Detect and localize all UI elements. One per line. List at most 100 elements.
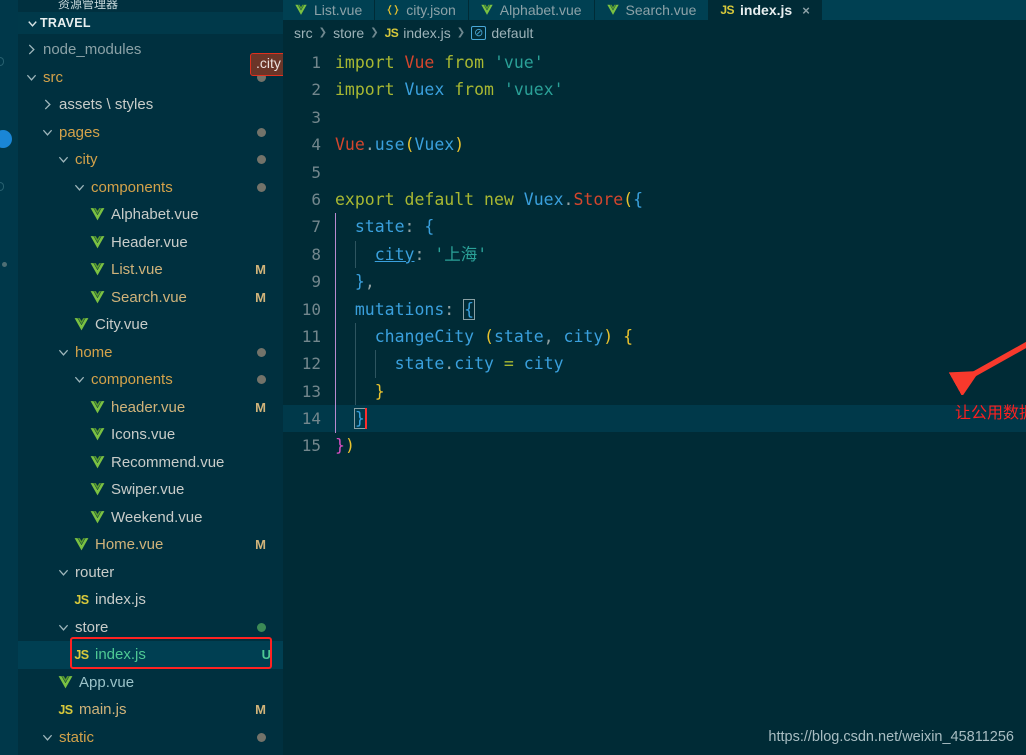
code-line[interactable]: 6 export default new Vuex.Store({ xyxy=(283,186,1026,213)
tree-item-city[interactable]: city xyxy=(18,146,283,174)
symbol-icon: ⊘ xyxy=(471,25,487,40)
tree-item-label: src xyxy=(43,68,63,86)
tree-item-store[interactable]: store xyxy=(18,614,283,642)
line-content: state: { xyxy=(354,217,435,237)
tree-item-label: city xyxy=(75,151,98,169)
breadcrumb-item[interactable]: default xyxy=(491,25,533,41)
editor-tab-city-json[interactable]: city.json xyxy=(375,0,469,20)
line-number: 10 xyxy=(301,299,321,319)
activity-badge-icon[interactable] xyxy=(0,130,12,148)
editor-tabbar[interactable]: List.vue city.json Alphabet.vue Search.vue J… xyxy=(283,0,1026,20)
breadcrumb-item[interactable]: src xyxy=(294,25,313,41)
line-number: 6 xyxy=(311,189,321,209)
tree-item-list-vue[interactable]: List.vue M xyxy=(18,256,283,284)
tree-item-swiper-vue[interactable]: Swiper.vue xyxy=(18,476,283,504)
code-line[interactable]: 3 xyxy=(283,104,1026,131)
status-dot-icon xyxy=(257,622,266,632)
code-line[interactable]: 12 state.city = city xyxy=(283,350,1026,377)
breadcrumb-item[interactable]: index.js xyxy=(403,25,450,41)
vue-file-icon xyxy=(56,674,75,691)
editor-pane: List.vue city.json Alphabet.vue Search.vue J… xyxy=(283,0,1026,755)
code-line[interactable]: 4 Vue.use(Vuex) xyxy=(283,131,1026,158)
watermark-url: https://blog.csdn.net/weixin_45811256 xyxy=(768,729,1014,745)
line-number: 14 xyxy=(301,409,321,429)
tree-item-label: Home.vue xyxy=(95,536,164,554)
code-line[interactable]: 7 state: { xyxy=(283,213,1026,240)
tree-item-city-vue[interactable]: City.vue xyxy=(18,311,283,339)
vue-file-icon xyxy=(88,399,107,416)
tree-item-label: components xyxy=(91,178,173,196)
tree-item-index-js[interactable]: JS index.js xyxy=(18,586,283,614)
activity-marker-top xyxy=(0,57,4,66)
chevron-right-icon xyxy=(40,97,55,112)
tree-item-weekend-vue[interactable]: Weekend.vue xyxy=(18,504,283,532)
tree-item-alphabet-vue[interactable]: Alphabet.vue xyxy=(18,201,283,229)
tab-label: List.vue xyxy=(314,2,363,18)
tree-item-header-vue[interactable]: header.vue M xyxy=(18,394,283,422)
tree-item-assets-styles[interactable]: assets \ styles xyxy=(18,91,283,119)
tree-item-label: Weekend.vue xyxy=(111,508,203,526)
code-line[interactable]: 15}) xyxy=(283,432,1026,459)
line-content: }) xyxy=(335,436,355,456)
close-icon[interactable]: × xyxy=(802,3,810,18)
editor-tab-index-js[interactable]: JS index.js × xyxy=(709,0,822,20)
code-line[interactable]: 14 } xyxy=(283,405,1026,433)
tree-item-home-vue[interactable]: Home.vue M xyxy=(18,531,283,559)
tree-item-components[interactable]: components xyxy=(18,174,283,202)
tree-item-app-vue[interactable]: App.vue xyxy=(18,669,283,697)
code-line[interactable]: 9 }, xyxy=(283,268,1026,295)
editor-tab-search-vue[interactable]: Search.vue xyxy=(594,0,710,20)
code-line[interactable]: 11 changeCity (state, city) { xyxy=(283,323,1026,350)
tree-item-static[interactable]: static xyxy=(18,724,283,752)
explorer-section-header[interactable]: TRAVEL xyxy=(18,12,283,34)
tab-label: Search.vue xyxy=(625,2,697,18)
tab-label: city.json xyxy=(406,2,456,18)
activity-bar[interactable] xyxy=(0,0,18,755)
status-dot-icon xyxy=(257,732,266,742)
tree-item-main-js[interactable]: JS main.js M xyxy=(18,696,283,724)
tree-item-recommend-vue[interactable]: Recommend.vue xyxy=(18,449,283,477)
chevron-down-icon xyxy=(56,345,71,360)
tree-item-index-js[interactable]: JS index.js U xyxy=(18,641,283,669)
indent-guide xyxy=(335,213,337,433)
code-line[interactable]: 5 xyxy=(283,159,1026,186)
tree-item-node-modules[interactable]: node_modules xyxy=(18,36,283,64)
code-line[interactable]: 2 import Vuex from 'vuex' xyxy=(283,76,1026,103)
tree-item-icons-vue[interactable]: Icons.vue xyxy=(18,421,283,449)
explorer-title: 资源管理器 xyxy=(18,0,283,12)
tree-item-home[interactable]: home xyxy=(18,339,283,367)
tree-item-components[interactable]: components xyxy=(18,366,283,394)
code-editor[interactable]: 1 import Vue from 'vue' 2 import Vuex from … xyxy=(283,45,1026,460)
code-line[interactable]: 13 } xyxy=(283,378,1026,405)
tree-item-label: List.vue xyxy=(111,261,163,279)
file-tree[interactable]: node_modulessrc assets \ styles pages city c… xyxy=(18,34,283,751)
tree-item-router[interactable]: router xyxy=(18,559,283,587)
tree-item-label: main.js xyxy=(79,701,127,719)
chevron-right-icon: ❯ xyxy=(370,27,379,38)
chevron-down-icon xyxy=(40,125,55,140)
tree-item-src[interactable]: src xyxy=(18,64,283,92)
line-number: 5 xyxy=(311,162,321,182)
chevron-right-icon xyxy=(24,42,39,57)
status-badge: U xyxy=(261,647,271,663)
tab-label: Alphabet.vue xyxy=(499,2,582,18)
red-arrow-icon xyxy=(948,341,1026,395)
code-line[interactable]: 10 mutations: { xyxy=(283,296,1026,323)
editor-tab-alphabet-vue[interactable]: Alphabet.vue xyxy=(468,0,595,20)
tree-item-pages[interactable]: pages xyxy=(18,119,283,147)
tree-item-label: Alphabet.vue xyxy=(111,206,199,224)
tree-item-search-vue[interactable]: Search.vue M xyxy=(18,284,283,312)
line-number: 13 xyxy=(301,381,321,401)
status-badge: M xyxy=(255,262,266,278)
vue-file-icon xyxy=(88,206,107,223)
breadcrumb-item[interactable]: store xyxy=(333,25,364,41)
line-content: mutations: { xyxy=(354,298,476,320)
chevron-down-icon xyxy=(56,620,71,635)
code-line[interactable]: 8 city: '上海' xyxy=(283,241,1026,268)
tree-item-label: store xyxy=(75,618,109,636)
code-line[interactable]: 1 import Vue from 'vue' xyxy=(283,49,1026,76)
chevron-down-icon xyxy=(56,152,71,167)
editor-tab-list-vue[interactable]: List.vue xyxy=(283,0,376,20)
breadcrumb[interactable]: src ❯ store ❯ JS index.js ❯ ⊘ default xyxy=(283,20,1026,45)
tree-item-header-vue[interactable]: Header.vue xyxy=(18,229,283,257)
